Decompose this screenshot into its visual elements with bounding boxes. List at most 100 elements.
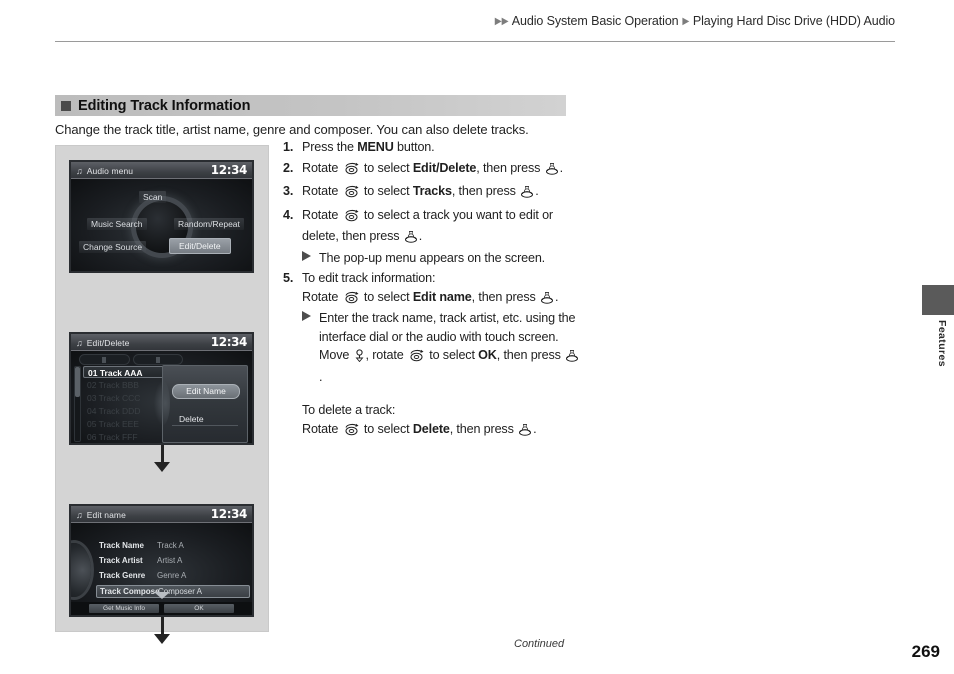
triangle-bullet-icon [302,311,311,321]
menu-item-edit-delete[interactable]: Edit/Delete [169,238,231,254]
field-value: Artist A [157,556,183,565]
step-text-line: Rotate to select Edit name, then press . [302,288,583,310]
field-track-name[interactable]: Track Name Track A [99,541,247,554]
step-text: . [418,229,423,243]
field-track-genre[interactable]: Track Genre Genre A [99,571,247,584]
step-number: 5. [283,271,294,285]
step-text: Rotate [302,160,342,175]
music-note-icon: ♫ [76,337,83,348]
menu-item-change-source[interactable]: Change Source [79,241,147,253]
instruction-step: 4. Rotate to select a track you want to e… [283,206,583,268]
continued-label: Continued [514,638,565,650]
screen-edit-delete: ♫ Edit/Delete 12:34 01 Track AAA 02 Trac… [69,332,254,445]
rotate-dial-icon [343,423,360,442]
step-text: button. [393,140,435,154]
field-value: Track A [157,541,184,550]
step-text: to select [360,184,413,198]
page-number: 269 [911,642,940,661]
step-note: The pop-up menu appears on the screen. [302,249,583,268]
menu-item-scan[interactable]: Scan [139,191,167,203]
step-text: Rotate [302,184,342,198]
field-label: Track Artist [99,556,143,565]
step-text: , then press [451,184,520,198]
category-tab-strip[interactable] [79,354,183,365]
side-tab-label: Features [936,320,948,367]
menu-item-random-repeat[interactable]: Random/Repeat [174,218,244,230]
step-number: 3. [283,184,294,198]
screen-title: Audio menu [86,165,134,176]
breadcrumb-arrow-icon: ▶ [682,16,690,27]
instruction-step: 3. Rotate to select Tracks, then press . [283,182,583,204]
interface-dial-graphic [71,543,91,597]
rotate-dial-icon [343,291,360,310]
field-label: Track Name [99,541,144,550]
step-text: to select [360,421,413,436]
screen-content: 01 Track AAA 02 Track BBB 03 Track CCC 0… [71,351,252,443]
emphasis-text: Edit name [412,289,472,304]
step-text: . [555,289,559,304]
popup-item-delete[interactable]: Delete [172,413,238,426]
step-text: . [319,369,323,384]
step-text: The pop-up menu appears on the screen. [319,250,546,265]
scrollbar[interactable] [74,366,81,442]
menu-item-music-search[interactable]: Music Search [87,218,147,230]
instruction-step: 5. To edit track information: Rotate to se… [283,269,583,441]
press-dial-icon [565,349,579,368]
section-intro-text: Change the track title, artist name, gen… [55,122,529,137]
screen-titlebar: ♫ Edit name 12:34 [71,506,252,523]
press-dial-icon [545,162,559,181]
emphasis-text: Tracks [412,184,452,198]
page-title: Editing Track Information [78,97,251,114]
emphasis-text: OK [478,348,497,362]
emphasis-text: Edit/Delete [412,160,477,175]
clock-display: 12:34 [210,507,248,521]
clock-display: 12:34 [210,335,248,349]
screen-titlebar: ♫ Edit/Delete 12:34 [71,334,252,351]
breadcrumb-item-2: Playing Hard Disc Drive (HDD) Audio [692,14,895,28]
screen-content: Track Name Track A Track Artist Artist A… [71,523,252,615]
step-text: , then press [496,348,565,362]
field-label: Track Genre [99,571,146,580]
step-text: Rotate [302,289,342,304]
instruction-step: 2. Rotate to select Edit/Delete, then pre… [283,159,583,181]
step-number: 4. [283,207,294,222]
step-number: 1. [283,140,294,154]
scrollbar-thumb[interactable] [75,367,80,397]
field-track-artist[interactable]: Track Artist Artist A [99,556,247,569]
field-track-composer[interactable]: Track Compose Composer A [96,585,250,598]
field-value: Genre A [157,571,187,580]
rotate-dial-icon [343,185,360,204]
get-music-info-button[interactable]: Get Music Info [89,604,159,613]
breadcrumb-arrow-icon: ▶▶ [494,16,509,27]
category-tab-icon[interactable] [132,354,183,365]
ok-button[interactable]: OK [164,604,234,613]
step-note: Enter the track name, track artist, etc.… [302,309,583,386]
category-tab-icon[interactable] [79,354,130,365]
illustration-panel: ♫ Audio menu 12:34 Scan Music Search Ran… [55,145,269,644]
step-text: Rotate [302,421,342,436]
step-text: . [559,160,564,175]
arrow-head-icon [154,634,170,644]
step-text: Rotate [302,207,342,222]
step-text: , then press [471,289,540,304]
clock-display: 12:34 [210,163,248,177]
emphasis-text: Delete [412,421,450,436]
instruction-steps: 1. Press the MENU button. 2. Rotate to sele… [283,138,583,443]
screen-title: Edit name [86,509,126,520]
music-note-icon: ♫ [76,509,83,520]
step-text-line: To delete a track: [302,401,583,420]
popup-item-edit-name[interactable]: Edit Name [172,384,240,399]
music-note-icon: ♫ [76,165,83,176]
step-text: . [533,421,537,436]
step-text-line: Rotate to select Delete, then press . [302,420,583,442]
field-label: Track Compose [100,587,160,596]
popup-menu: Edit Name Delete [154,365,248,443]
screen-edit-name: ♫ Edit name 12:34 Track Name Track A Tra… [69,504,254,617]
step-text: To delete a track: [302,403,396,417]
screen-title: Edit/Delete [86,337,130,348]
chevron-down-icon[interactable] [153,592,170,599]
step-text: . [535,184,539,198]
step-number: 2. [283,160,294,175]
step-text: , then press [476,160,544,175]
